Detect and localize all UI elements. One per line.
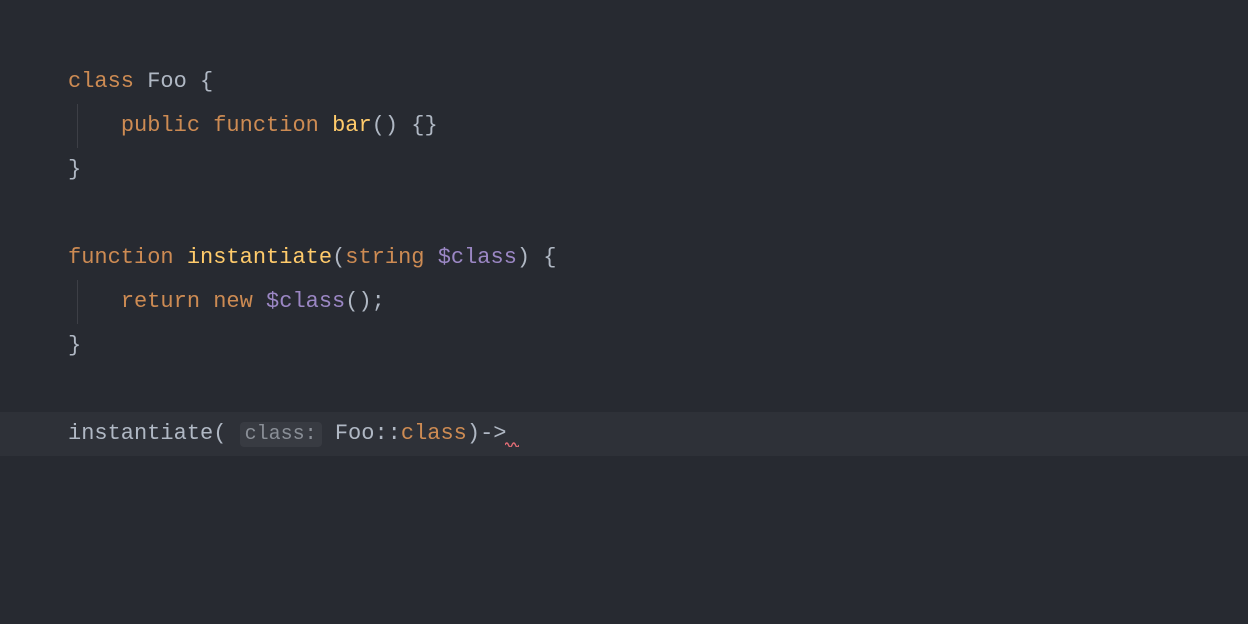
space bbox=[226, 421, 239, 446]
brace-open: { bbox=[187, 69, 213, 94]
code-line[interactable]: class Foo { bbox=[0, 60, 1248, 104]
parens: () bbox=[372, 113, 398, 138]
keyword-new: new bbox=[213, 289, 253, 314]
type-string: string bbox=[345, 245, 424, 270]
keyword-function: function bbox=[68, 245, 174, 270]
function-call-instantiate: instantiate bbox=[68, 421, 213, 446]
indent bbox=[68, 113, 121, 138]
braces: {} bbox=[398, 113, 438, 138]
space bbox=[200, 289, 213, 314]
code-line[interactable]: } bbox=[0, 148, 1248, 192]
space bbox=[319, 113, 332, 138]
keyword-class: class bbox=[68, 69, 134, 94]
code-line[interactable]: } bbox=[0, 324, 1248, 368]
code-line-blank[interactable] bbox=[0, 192, 1248, 236]
class-constant: class bbox=[401, 421, 467, 446]
keyword-function: function bbox=[213, 113, 319, 138]
brace-close: } bbox=[68, 157, 81, 182]
paren-open: ( bbox=[213, 421, 226, 446]
space bbox=[253, 289, 266, 314]
parens-semi: (); bbox=[345, 289, 385, 314]
keyword-return: return bbox=[121, 289, 200, 314]
class-ref-foo: Foo:: bbox=[335, 421, 401, 446]
code-line[interactable]: function instantiate(string $class) { bbox=[0, 236, 1248, 280]
space bbox=[134, 69, 147, 94]
paren-close-arrow: )-> bbox=[467, 421, 507, 446]
indent-guide bbox=[77, 104, 78, 148]
brace-close: } bbox=[68, 333, 81, 358]
paren-open: ( bbox=[332, 245, 345, 270]
code-line[interactable]: public function bar() {} bbox=[0, 104, 1248, 148]
indent bbox=[68, 289, 121, 314]
function-name-bar: bar bbox=[332, 113, 372, 138]
space bbox=[174, 245, 187, 270]
parameter-hint: class: bbox=[240, 422, 322, 447]
error-squiggle-icon bbox=[505, 441, 519, 451]
variable-class: $class bbox=[438, 245, 517, 270]
paren-close-brace: ) { bbox=[517, 245, 557, 270]
function-name-instantiate: instantiate bbox=[187, 245, 332, 270]
class-name: Foo bbox=[147, 69, 187, 94]
space bbox=[322, 421, 335, 446]
code-editor[interactable]: class Foo { public function bar() {} } f… bbox=[0, 0, 1248, 624]
indent-guide bbox=[77, 280, 78, 324]
code-line-current[interactable]: instantiate( class: Foo::class)-> bbox=[0, 412, 1248, 456]
space bbox=[200, 113, 213, 138]
code-line[interactable]: return new $class(); bbox=[0, 280, 1248, 324]
variable-class: $class bbox=[266, 289, 345, 314]
keyword-public: public bbox=[121, 113, 200, 138]
space bbox=[424, 245, 437, 270]
code-line-blank[interactable] bbox=[0, 368, 1248, 412]
